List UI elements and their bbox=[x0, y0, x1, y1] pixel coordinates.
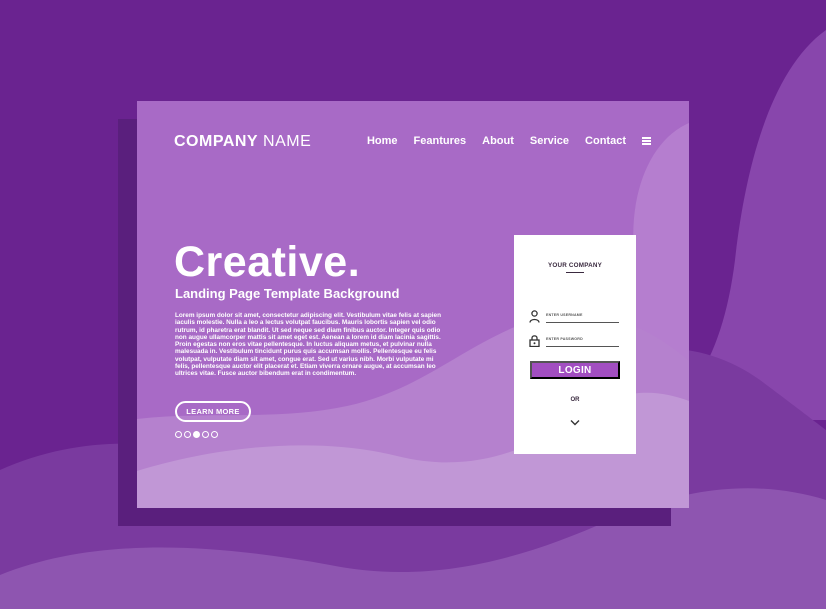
logo-bold: COMPANY bbox=[174, 133, 259, 150]
carousel-dot-1[interactable] bbox=[175, 431, 182, 438]
username-underline bbox=[546, 322, 619, 323]
username-field[interactable]: ENTER USERNAME bbox=[529, 310, 621, 326]
or-separator: OR bbox=[570, 397, 580, 403]
carousel-dot-2[interactable] bbox=[184, 431, 191, 438]
site-header: COMPANY NAME Home Feantures About Servic… bbox=[137, 101, 689, 181]
nav-home[interactable]: Home bbox=[367, 135, 398, 147]
password-underline bbox=[546, 346, 619, 347]
carousel-dot-4[interactable] bbox=[202, 431, 209, 438]
nav-features[interactable]: Feantures bbox=[414, 135, 467, 147]
password-label: ENTER PASSWORD bbox=[546, 337, 583, 341]
chevron-down-icon[interactable] bbox=[570, 419, 580, 426]
hero-body-text: Lorem ipsum dolor sit amet, consectetur … bbox=[175, 312, 441, 378]
carousel-dots bbox=[175, 431, 218, 438]
user-icon bbox=[529, 310, 540, 323]
password-field[interactable]: ENTER PASSWORD bbox=[529, 334, 621, 350]
carousel-dot-5[interactable] bbox=[211, 431, 218, 438]
landing-page-card: COMPANY NAME Home Feantures About Servic… bbox=[137, 101, 689, 508]
hero-subtitle: Landing Page Template Background bbox=[175, 286, 400, 301]
login-panel: YOUR COMPANY ENTER USERNAME ENTER PASSWO… bbox=[514, 235, 636, 454]
nav-service[interactable]: Service bbox=[530, 135, 569, 147]
main-nav: Home Feantures About Service Contact bbox=[367, 135, 651, 147]
carousel-dot-3-active[interactable] bbox=[193, 431, 200, 438]
learn-more-button[interactable]: LEARN MORE bbox=[175, 401, 251, 422]
title-underline bbox=[566, 272, 584, 273]
login-company-title: YOUR COMPANY bbox=[547, 262, 603, 269]
nav-about[interactable]: About bbox=[482, 135, 514, 147]
username-label: ENTER USERNAME bbox=[546, 313, 583, 317]
lock-icon bbox=[529, 335, 540, 347]
hamburger-icon[interactable] bbox=[642, 137, 651, 145]
company-logo[interactable]: COMPANY NAME bbox=[174, 133, 311, 151]
hero-title: Creative. bbox=[174, 238, 361, 286]
logo-light: NAME bbox=[263, 133, 312, 150]
nav-contact[interactable]: Contact bbox=[585, 135, 626, 147]
login-button[interactable]: LOGIN bbox=[530, 361, 620, 379]
